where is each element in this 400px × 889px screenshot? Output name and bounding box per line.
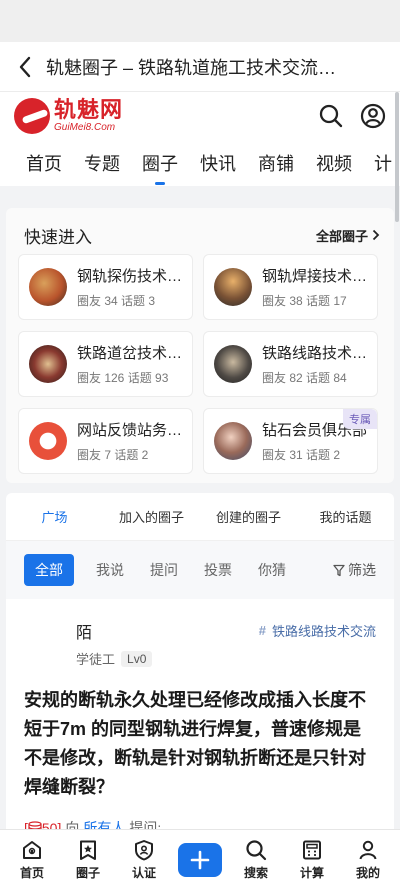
chevron-right-icon — [372, 229, 380, 241]
tab-my-topics[interactable]: 我的话题 — [297, 507, 394, 526]
circle-meta: 圈友 38 话题 17 — [262, 294, 347, 308]
post-item[interactable]: 陌 学徒工 Lv0 # 铁路线路技术交流 安规的断轨永久处理已经修改成插入长度不… — [6, 599, 394, 838]
filter-guess[interactable]: 你猜 — [258, 560, 286, 580]
scrollbar[interactable] — [395, 92, 399, 222]
quick-access-panel: 快速进入 全部圈子 钢轨探伤技术交流 圈友 34 话题 3 钢轨焊接技术交流 圈… — [6, 208, 394, 483]
nav-item-circles[interactable]: 圈子 — [142, 150, 178, 185]
author-level-badge: Lv0 — [121, 650, 153, 667]
bottom-tab-me[interactable]: 我的 — [343, 839, 393, 881]
calculator-icon — [303, 840, 321, 859]
circle-name: 钢轨探伤技术交流 — [77, 268, 192, 285]
post-circle-tag[interactable]: # 铁路线路技术交流 — [259, 621, 376, 640]
feed-tabs: 广场 加入的圈子 创建的圈子 我的话题 — [6, 493, 394, 541]
circle-avatar — [29, 422, 67, 460]
circle-meta: 圈友 7 话题 2 — [77, 448, 149, 462]
circle-name: 铁路线路技术交流 — [262, 345, 377, 362]
circle-meta: 圈友 34 话题 3 — [77, 294, 156, 308]
bottom-tab-label: 我的 — [355, 865, 380, 880]
filter-all[interactable]: 全部 — [24, 554, 74, 586]
bottom-tab-label: 搜索 — [243, 865, 268, 880]
page-title: 轨魅圈子 – 铁路轨道施工技术交流… — [46, 57, 337, 78]
search-icon — [246, 839, 267, 860]
nav-item-news[interactable]: 快讯 — [200, 150, 236, 176]
bookmark-star-icon — [80, 840, 96, 860]
circle-card[interactable]: 铁路道岔技术交流 圈友 126 话题 93 — [18, 331, 193, 397]
nav-item-home[interactable]: 首页 — [26, 150, 62, 176]
plus-icon — [178, 842, 222, 877]
circle-card[interactable]: 钻石会员俱乐部 圈友 31 话题 2 专属 — [203, 408, 378, 474]
circle-card[interactable]: 钢轨探伤技术交流 圈友 34 话题 3 — [18, 254, 193, 320]
filter-label: 筛选 — [348, 562, 376, 578]
main-nav: 首页 专题 圈子 快讯 商铺 视频 计 — [0, 140, 400, 186]
circle-avatar — [214, 422, 252, 460]
bottom-tab-certify[interactable]: 认证 — [119, 839, 169, 881]
circle-name: 钢轨焊接技术交流 — [262, 268, 377, 285]
filter-button[interactable]: 筛选 — [333, 560, 376, 580]
site-header: 轨魅网 GuiMei8.Com — [0, 92, 400, 140]
bottom-tab-label: 认证 — [131, 865, 156, 880]
filter-vote[interactable]: 投票 — [204, 560, 232, 580]
search-icon[interactable] — [318, 103, 344, 129]
bottom-tab-label: 首页 — [19, 865, 44, 880]
nav-item-video[interactable]: 视频 — [316, 150, 352, 176]
bottom-tab-search[interactable]: 搜索 — [231, 839, 281, 881]
circle-meta: 圈友 126 话题 93 — [77, 371, 169, 385]
circle-card[interactable]: 网站反馈站务处理 圈友 7 话题 2 — [18, 408, 193, 474]
exclusive-badge: 专属 — [343, 409, 377, 429]
circle-avatar — [29, 345, 67, 383]
nav-item-calc[interactable]: 计 — [374, 150, 392, 176]
tab-square[interactable]: 广场 — [6, 507, 103, 526]
home-icon — [23, 840, 41, 859]
circle-avatar — [214, 345, 252, 383]
shield-icon — [135, 839, 153, 860]
status-bar — [0, 0, 400, 42]
filter-question[interactable]: 提问 — [150, 560, 178, 580]
circle-meta: 圈友 31 话题 2 — [262, 448, 341, 462]
post-circle-name: 铁路线路技术交流 — [271, 624, 376, 639]
circle-avatar — [214, 268, 252, 306]
tab-created-circles[interactable]: 创建的圈子 — [200, 507, 297, 526]
all-circles-link[interactable]: 全部圈子 — [316, 226, 380, 245]
circle-meta: 圈友 82 话题 84 — [262, 371, 347, 385]
user-icon[interactable] — [360, 103, 386, 129]
bottom-tab-create[interactable] — [175, 842, 225, 877]
bottom-tab-home[interactable]: 首页 — [7, 839, 57, 881]
post-content[interactable]: 安规的断轨永久处理已经修改成插入长度不短于7m 的同型钢轨进行焊复，普速修规是不… — [24, 686, 376, 802]
bottom-tab-calc[interactable]: 计算 — [287, 839, 337, 881]
all-circles-label: 全部圈子 — [315, 228, 368, 244]
user-icon — [359, 840, 377, 859]
bottom-tab-label: 计算 — [299, 865, 324, 880]
logo-name: 轨魅网 — [54, 97, 124, 122]
bottom-tab-circles[interactable]: 圈子 — [63, 839, 113, 881]
tab-joined-circles[interactable]: 加入的圈子 — [103, 507, 200, 526]
circle-card[interactable]: 钢轨焊接技术交流 圈友 38 话题 17 — [203, 254, 378, 320]
logo-domain: GuiMei8.Com — [54, 122, 116, 133]
circle-card[interactable]: 铁路线路技术交流 圈友 82 话题 84 — [203, 331, 378, 397]
bottom-tab-bar: 首页 圈子 认证 搜索 计算 我的 — [0, 829, 400, 889]
nav-item-topics[interactable]: 专题 — [84, 150, 120, 176]
site-logo[interactable]: 轨魅网 GuiMei8.Com — [14, 98, 123, 134]
circle-name: 网站反馈站务处理 — [77, 422, 192, 439]
back-arrow-icon[interactable] — [12, 54, 38, 80]
browser-titlebar: 轨魅圈子 – 铁路轨道施工技术交流… — [0, 42, 400, 92]
filter-say[interactable]: 我说 — [96, 560, 124, 580]
feed-panel: 广场 加入的圈子 创建的圈子 我的话题 全部 我说 提问 投票 你猜 筛选 陌 … — [6, 493, 394, 836]
filter-bar: 全部 我说 提问 投票 你猜 筛选 — [6, 541, 394, 599]
logo-mark-icon — [14, 98, 50, 134]
author-role: 学徒工 — [76, 652, 116, 667]
funnel-icon — [333, 564, 345, 576]
quick-access-title: 快速进入 — [24, 227, 92, 247]
nav-item-shop[interactable]: 商铺 — [258, 150, 294, 176]
bottom-tab-label: 圈子 — [75, 865, 100, 880]
circle-avatar — [29, 268, 67, 306]
hash-icon: # — [258, 623, 266, 638]
circle-name: 铁路道岔技术交流 — [77, 345, 192, 362]
